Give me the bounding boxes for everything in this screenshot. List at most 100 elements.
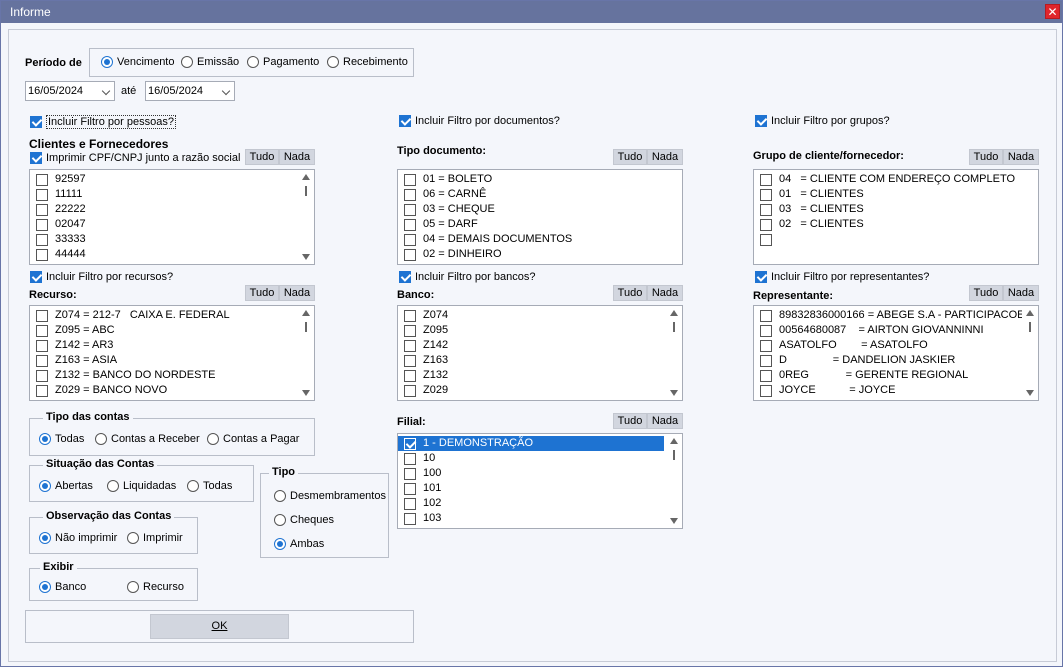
date-from-picker[interactable]: 16/05/2024 <box>25 81 115 101</box>
scrollbar[interactable] <box>666 434 682 528</box>
grupos-nada-button[interactable]: Nada <box>1003 149 1039 165</box>
radio-abertas[interactable]: Abertas <box>39 480 93 492</box>
list-item[interactable]: Z163 <box>398 353 682 368</box>
scroll-down-icon[interactable] <box>302 390 310 396</box>
list-item[interactable]: 05 = DARF <box>398 217 682 232</box>
filter-grupos-checkbox[interactable]: Incluir Filtro por grupos? <box>755 115 890 127</box>
list-item[interactable]: Z095 = ABC <box>30 323 314 338</box>
recursos-nada-button[interactable]: Nada <box>279 285 315 301</box>
grupos-tudo-button[interactable]: Tudo <box>969 149 1003 165</box>
list-item[interactable]: 11111 <box>30 187 314 202</box>
scroll-up-icon[interactable] <box>302 310 310 316</box>
list-item[interactable]: Z142 = AR3 <box>30 338 314 353</box>
date-to-picker[interactable]: 16/05/2024 <box>145 81 235 101</box>
radio-situacao-todas[interactable]: Todas <box>187 480 232 492</box>
list-item[interactable]: 04 = DEMAIS DOCUMENTOS <box>398 232 682 247</box>
list-item[interactable]: Z029 <box>398 383 682 398</box>
scroll-up-icon[interactable] <box>670 310 678 316</box>
pessoas-list[interactable]: 92597 11111 22222 02047 33333 44444 <box>29 169 315 265</box>
list-item[interactable]: 101 <box>398 481 682 496</box>
radio-liquidadas[interactable]: Liquidadas <box>107 480 176 492</box>
filial-list[interactable]: 1 - DEMONSTRAÇÃO 10 100 101 102 103 <box>397 433 683 529</box>
radio-desmembramentos[interactable]: Desmembramentos <box>274 490 386 502</box>
close-button[interactable]: ✕ <box>1045 4 1060 19</box>
filial-nada-button[interactable]: Nada <box>647 413 683 429</box>
list-item[interactable]: 89832836000166 = ABEGE S.A - PARTICIPACO… <box>754 308 1038 323</box>
scroll-down-icon[interactable] <box>670 518 678 524</box>
bancos-nada-button[interactable]: Nada <box>647 285 683 301</box>
radio-recurso[interactable]: Recurso <box>127 581 184 593</box>
filter-representantes-checkbox[interactable]: Incluir Filtro por representantes? <box>755 271 929 283</box>
scroll-down-icon[interactable] <box>1026 390 1034 396</box>
filial-tudo-button[interactable]: Tudo <box>613 413 647 429</box>
cpf-checkbox[interactable]: Imprimir CPF/CNPJ junto a razão social <box>30 152 240 164</box>
bancos-tudo-button[interactable]: Tudo <box>613 285 647 301</box>
list-item[interactable]: Z095 <box>398 323 682 338</box>
scroll-thumb[interactable] <box>673 322 675 332</box>
pessoas-tudo-button[interactable]: Tudo <box>245 149 279 165</box>
list-item[interactable]: 02047 <box>30 217 314 232</box>
scroll-down-icon[interactable] <box>302 254 310 260</box>
list-item[interactable]: 0REG = GERENTE REGIONAL <box>754 368 1038 383</box>
radio-todas[interactable]: Todas <box>39 433 84 445</box>
scroll-up-icon[interactable] <box>302 174 310 180</box>
scrollbar[interactable] <box>298 170 314 264</box>
list-item[interactable]: 01 = CLIENTES <box>754 187 1038 202</box>
scrollbar[interactable] <box>1022 306 1038 400</box>
representantes-nada-button[interactable]: Nada <box>1003 285 1039 301</box>
list-item[interactable]: Z029 = BANCO NOVO <box>30 383 314 398</box>
radio-nao-imprimir[interactable]: Não imprimir <box>39 532 117 544</box>
list-item[interactable]: Z163 = ASIA <box>30 353 314 368</box>
scrollbar[interactable] <box>298 306 314 400</box>
list-item[interactable]: 1 - DEMONSTRAÇÃO <box>398 436 664 451</box>
list-item[interactable]: 02 = DINHEIRO <box>398 247 682 262</box>
list-item[interactable]: ASATOLFO = ASATOLFO <box>754 338 1038 353</box>
filter-pessoas-checkbox[interactable]: Incluir Filtro por pessoas? <box>30 115 176 129</box>
scroll-down-icon[interactable] <box>670 390 678 396</box>
list-item[interactable]: 102 <box>398 496 682 511</box>
list-item[interactable]: 00564680087 = AIRTON GIOVANNINNI <box>754 323 1038 338</box>
scroll-thumb[interactable] <box>305 186 307 196</box>
list-item[interactable]: D = DANDELION JASKIER <box>754 353 1038 368</box>
radio-vencimento[interactable]: Vencimento <box>101 56 174 68</box>
radio-emissao[interactable]: Emissão <box>181 56 239 68</box>
list-item[interactable]: Z074 = 212-7 CAIXA E. FEDERAL <box>30 308 314 323</box>
list-item[interactable]: JOYCE = JOYCE <box>754 383 1038 398</box>
documentos-list[interactable]: 01 = BOLETO 06 = CARNÊ 03 = CHEQUE 05 = … <box>397 169 683 265</box>
list-item[interactable]: 01 = BOLETO <box>398 172 682 187</box>
list-item[interactable]: Z142 <box>398 338 682 353</box>
radio-recebimento[interactable]: Recebimento <box>327 56 408 68</box>
radio-pagamento[interactable]: Pagamento <box>247 56 319 68</box>
filter-recursos-checkbox[interactable]: Incluir Filtro por recursos? <box>30 271 173 283</box>
radio-ambas[interactable]: Ambas <box>274 538 324 550</box>
scroll-up-icon[interactable] <box>1026 310 1034 316</box>
scroll-thumb[interactable] <box>305 322 307 332</box>
list-item[interactable]: 100 <box>398 466 682 481</box>
radio-contas-receber[interactable]: Contas a Receber <box>95 433 200 445</box>
radio-banco[interactable]: Banco <box>39 581 86 593</box>
documentos-tudo-button[interactable]: Tudo <box>613 149 647 165</box>
scroll-thumb[interactable] <box>1029 322 1031 332</box>
list-item[interactable]: 04 = CLIENTE COM ENDEREÇO COMPLETO <box>754 172 1038 187</box>
recursos-tudo-button[interactable]: Tudo <box>245 285 279 301</box>
scroll-thumb[interactable] <box>673 450 675 460</box>
list-item[interactable]: 22222 <box>30 202 314 217</box>
recursos-list[interactable]: Z074 = 212-7 CAIXA E. FEDERAL Z095 = ABC… <box>29 305 315 401</box>
list-item[interactable]: 10 <box>398 451 682 466</box>
scroll-up-icon[interactable] <box>670 438 678 444</box>
list-item[interactable]: 03 = CHEQUE <box>398 202 682 217</box>
radio-cheques[interactable]: Cheques <box>274 514 334 526</box>
list-item[interactable]: Z132 <box>398 368 682 383</box>
radio-contas-pagar[interactable]: Contas a Pagar <box>207 433 299 445</box>
pessoas-nada-button[interactable]: Nada <box>279 149 315 165</box>
list-item[interactable]: Z132 = BANCO DO NORDESTE <box>30 368 314 383</box>
list-item[interactable] <box>754 232 1038 247</box>
list-item[interactable]: 92597 <box>30 172 314 187</box>
list-item[interactable]: 06 = CARNÊ <box>398 187 682 202</box>
list-item[interactable]: 44444 <box>30 247 314 262</box>
list-item[interactable]: 02 = CLIENTES <box>754 217 1038 232</box>
ok-button[interactable]: OK <box>150 614 289 639</box>
bancos-list[interactable]: Z074 Z095 Z142 Z163 Z132 Z029 <box>397 305 683 401</box>
filter-documentos-checkbox[interactable]: Incluir Filtro por documentos? <box>399 115 560 127</box>
list-item[interactable]: 03 = CLIENTES <box>754 202 1038 217</box>
